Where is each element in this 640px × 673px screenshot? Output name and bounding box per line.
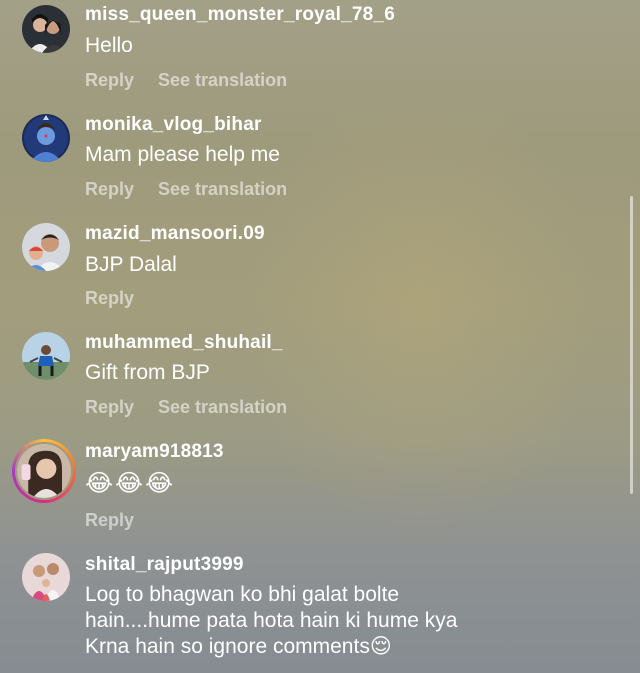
comment-text: hain....hume pata hota hain ki hume kya (85, 609, 458, 632)
sports-avatar-icon[interactable] (22, 332, 70, 380)
child-avatar-icon[interactable] (22, 223, 70, 271)
selfie-avatar-icon[interactable] (12, 439, 76, 503)
see-translation-button[interactable]: See translation (158, 70, 287, 90)
comment-username[interactable]: monika_vlog_bihar (85, 114, 262, 136)
comment-text: BJP Dalal (85, 253, 177, 276)
story-ring (15, 442, 73, 500)
comment-actions: Reply (85, 510, 134, 531)
comment-username[interactable]: miss_queen_monster_royal_78_6 (85, 4, 395, 26)
comment-text: Hello (85, 34, 133, 57)
comment-text: 😂😂😂 (85, 469, 176, 497)
background-glow (240, 80, 600, 540)
comment-username[interactable]: maryam918813 (85, 441, 224, 463)
reply-button[interactable]: Reply (85, 179, 134, 199)
reply-button[interactable]: Reply (85, 70, 134, 90)
comment-actions: Reply (85, 288, 134, 309)
see-translation-button[interactable]: See translation (158, 397, 287, 417)
couple-avatar-icon[interactable] (22, 5, 70, 53)
see-translation-button[interactable]: See translation (158, 179, 287, 199)
reply-button[interactable]: Reply (85, 288, 134, 308)
comment-username[interactable]: muhammed_shuhail_ (85, 332, 283, 354)
scrollbar[interactable] (630, 196, 633, 494)
reply-button[interactable]: Reply (85, 397, 134, 417)
comment-text: Mam please help me (85, 143, 280, 166)
comment-actions: Reply See translation (85, 70, 287, 91)
comment-username[interactable]: mazid_mansoori.09 (85, 223, 265, 245)
comment-text: Gift from BJP (85, 361, 210, 384)
comment-username[interactable]: shital_rajput3999 (85, 554, 244, 576)
reply-button[interactable]: Reply (85, 510, 134, 530)
comment-text: Krna hain so ignore comments😌 (85, 635, 392, 658)
shiva-avatar-icon[interactable] (22, 114, 70, 162)
comment-text: Log to bhagwan ko bhi galat bolte (85, 583, 400, 606)
family-avatar-icon[interactable] (22, 553, 70, 601)
comment-actions: Reply See translation (85, 179, 287, 200)
comment-actions: Reply See translation (85, 397, 287, 418)
